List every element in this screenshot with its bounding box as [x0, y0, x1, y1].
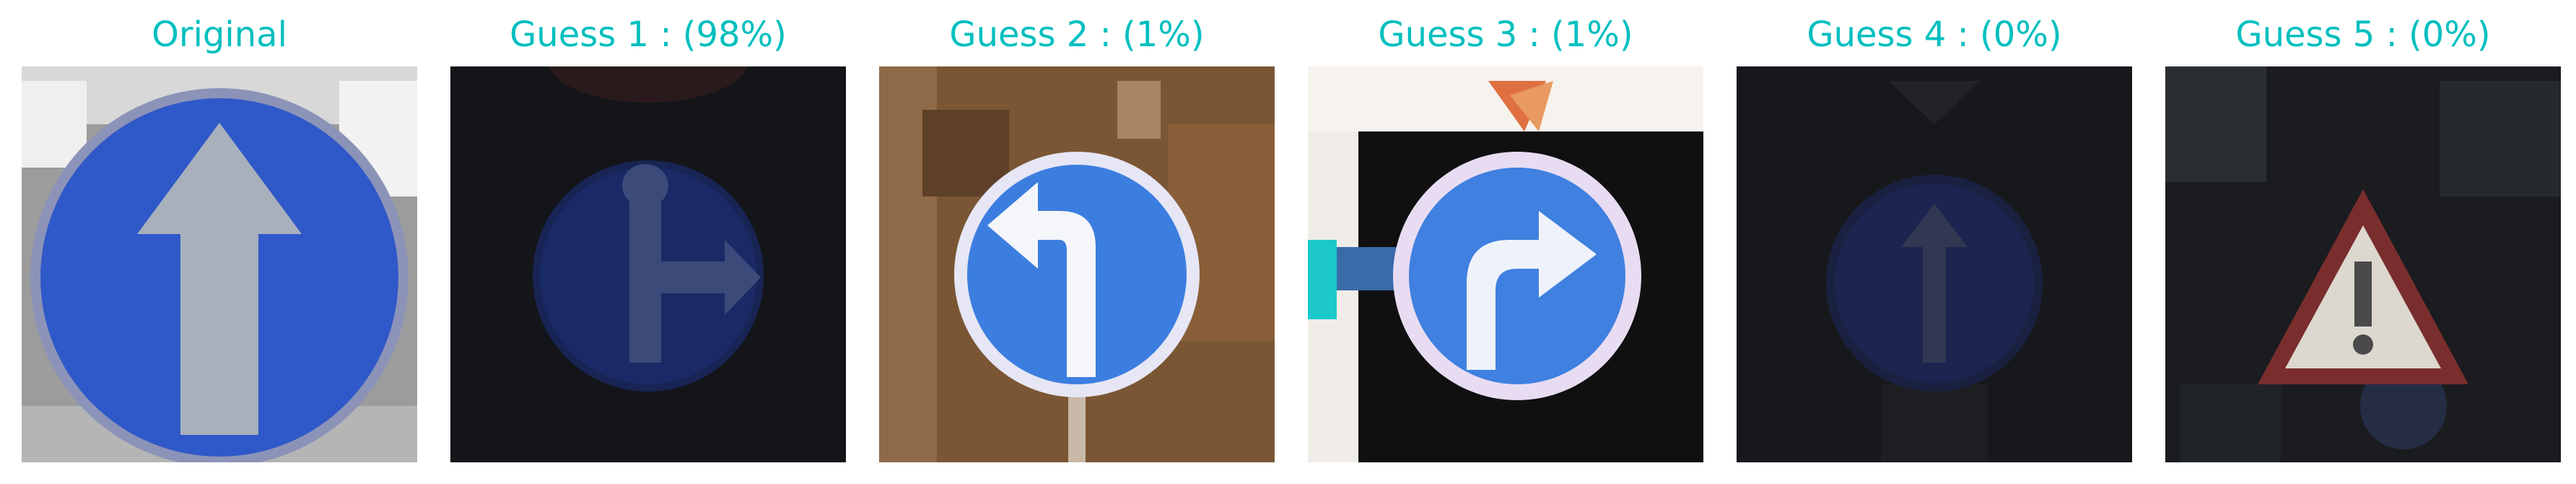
- sign-image-guess-3: [1308, 66, 1703, 462]
- panel-title: Guess 2 : (1%): [949, 14, 1205, 55]
- panel-guess-3: Guess 3 : (1%): [1308, 0, 1703, 484]
- panel-title: Guess 5 : (0%): [2235, 14, 2491, 55]
- turn-left-sign-icon: [879, 66, 1275, 462]
- panel-title: Guess 3 : (1%): [1378, 14, 1633, 55]
- turn-right-sign-icon: [1308, 66, 1703, 462]
- ahead-only-sign-icon: [22, 66, 417, 462]
- panel-guess-1: Guess 1 : (98%): [450, 0, 846, 484]
- panel-title: Original: [152, 14, 287, 55]
- panel-title: Guess 1 : (98%): [510, 14, 787, 55]
- warning-triangle-sign-icon: [2165, 66, 2561, 462]
- panel-guess-2: Guess 2 : (1%): [879, 0, 1275, 484]
- sign-image-guess-1: [450, 66, 846, 462]
- ahead-only-dark-sign-icon: [1737, 66, 2132, 462]
- panel-title: Guess 4 : (0%): [1807, 14, 2062, 55]
- panel-guess-4: Guess 4 : (0%): [1737, 0, 2132, 484]
- panel-guess-5: Guess 5 : (0%): [2165, 0, 2561, 484]
- sign-image-guess-2: [879, 66, 1275, 462]
- sign-image-guess-5: [2165, 66, 2561, 462]
- panel-original: Original: [22, 0, 417, 484]
- straight-or-right-sign-icon: [450, 66, 846, 462]
- sign-image-original: [22, 66, 417, 462]
- sign-image-guess-4: [1737, 66, 2132, 462]
